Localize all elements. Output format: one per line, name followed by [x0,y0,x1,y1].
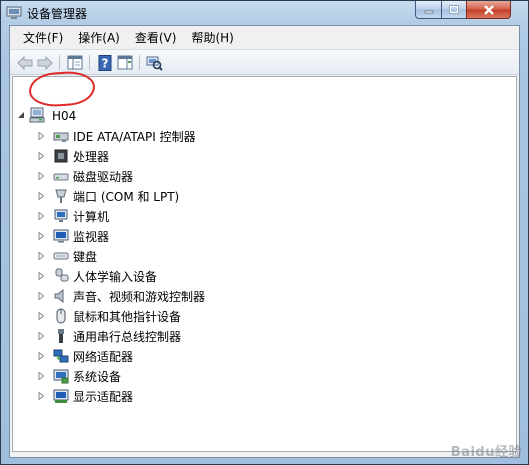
tree-item-label[interactable]: 通用串行总线控制器 [73,329,181,345]
maximize-button[interactable] [441,1,467,19]
forward-button[interactable] [36,54,54,71]
device-manager-icon [6,6,22,19]
watermark: Baidu经验 [450,445,522,460]
tree-item-label[interactable]: 鼠标和其他指针设备 [73,309,181,325]
tree-item-label[interactable]: 计算机 [73,209,109,225]
menu-action[interactable]: 操作(A) [71,27,127,48]
toolbar-separator [89,55,90,70]
computer-icon [54,209,68,222]
tree-root-label[interactable]: H04 [52,108,76,124]
ide-controller-icon [53,132,69,142]
tree-item-label[interactable]: 声音、视频和游戏控制器 [73,289,205,305]
maximize-icon [449,5,459,14]
tree-item-label[interactable]: 显示适配器 [73,389,133,405]
scan-hardware-changes-button[interactable] [145,54,163,71]
toolbar: ? [10,49,519,75]
scan-hardware-icon [146,56,163,71]
port-icon [55,189,67,203]
close-icon [483,4,494,15]
expand-arrow-icon[interactable] [37,352,45,360]
action-pane-button[interactable] [116,54,134,71]
menu-file[interactable]: 文件(F) [16,27,70,48]
display-adapter-icon [53,389,69,403]
forward-arrow-icon [37,55,53,70]
minimize-button[interactable] [415,1,442,19]
system-device-icon [53,369,69,384]
menu-bar: 文件(F) 操作(A) 查看(V) 帮助(H) [10,26,519,48]
processor-icon [54,149,68,163]
expand-arrow-icon[interactable] [37,232,45,240]
computer-root-icon [29,107,45,123]
tree-item-label[interactable]: 键盘 [73,249,97,265]
tree-item-label[interactable]: 网络适配器 [73,349,133,365]
menu-view[interactable]: 查看(V) [128,27,184,48]
expand-arrow-icon[interactable] [37,132,45,140]
device-manager-window: 设备管理器 文件(F) 操作(A) 查看(V) 帮助(H) ? H04 IDE … [0,0,529,465]
menu-help[interactable]: 帮助(H) [184,27,240,48]
tree-item-label[interactable]: IDE ATA/ATAPI 控制器 [73,129,196,145]
device-tree: H04 IDE ATA/ATAPI 控制器 处理器 磁盘驱动器 端口 (COM … [12,76,517,452]
tree-item-label[interactable]: 处理器 [73,149,109,165]
expand-arrow-icon[interactable] [37,332,45,340]
help-icon: ? [98,54,112,71]
usb-icon [58,329,64,343]
expand-arrow-icon[interactable] [37,152,45,160]
expand-arrow-icon[interactable] [37,292,45,300]
expand-arrow-icon[interactable] [37,212,45,220]
expand-arrow-icon[interactable] [37,252,45,260]
tree-item-label[interactable]: 监视器 [73,229,109,245]
action-pane-icon [117,55,133,70]
back-button[interactable] [16,54,34,71]
status-bar [10,453,519,457]
title-bar[interactable]: 设备管理器 [1,1,528,25]
network-adapter-icon [53,349,69,363]
expand-arrow-icon[interactable] [37,392,45,400]
window-title: 设备管理器 [27,7,88,21]
console-tree-icon [67,55,83,70]
keyboard-icon [53,252,69,260]
tree-item-label[interactable]: 磁盘驱动器 [73,169,133,185]
sound-icon [54,288,64,304]
tree-item-label[interactable]: 系统设备 [73,369,121,385]
toolbar-separator [139,55,140,70]
disk-drive-icon [53,173,69,181]
expand-arrow-icon[interactable] [37,172,45,180]
show-hide-console-tree-button[interactable] [66,54,84,71]
expand-arrow-icon[interactable] [37,312,45,320]
hid-icon [55,268,69,282]
collapse-arrow-icon[interactable] [17,111,25,119]
svg-text:?: ? [102,56,109,70]
help-button[interactable]: ? [96,54,114,71]
expand-arrow-icon[interactable] [37,272,45,280]
tree-item-label[interactable]: 人体学输入设备 [73,269,157,285]
monitor-icon [53,229,69,243]
expand-arrow-icon[interactable] [37,192,45,200]
close-button[interactable] [466,1,511,19]
toolbar-separator [59,55,60,70]
expand-arrow-icon[interactable] [37,372,45,380]
minimize-icon [424,10,433,13]
mouse-icon [56,308,66,324]
back-arrow-icon [17,55,33,70]
tree-item-label[interactable]: 端口 (COM 和 LPT) [73,189,179,205]
